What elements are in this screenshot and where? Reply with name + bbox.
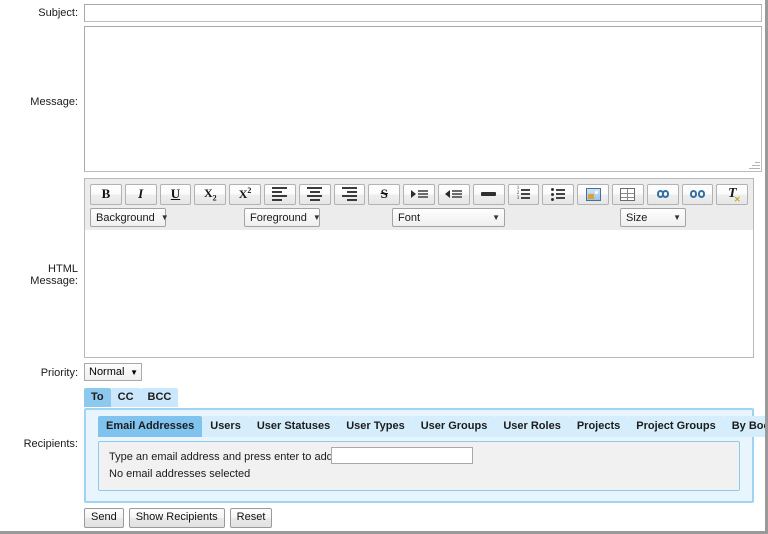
form-actions: Send Show Recipients Reset: [84, 508, 273, 528]
priority-label: Priority:: [40, 367, 78, 379]
html-message-editor: B I U X2 X2 S 123 T ✕ Background ▼ Foreg…: [84, 178, 754, 358]
recipient-subtab-project-groups[interactable]: Project Groups: [628, 416, 724, 437]
background-color-label: Background: [96, 211, 155, 224]
align-left-icon[interactable]: [263, 183, 296, 205]
align-center-icon[interactable]: [298, 183, 331, 205]
recipient-subtab-user-types[interactable]: User Types: [338, 416, 413, 437]
foreground-color-select[interactable]: Foreground ▼: [244, 208, 321, 227]
insert-link-icon[interactable]: [646, 183, 679, 205]
send-button[interactable]: Send: [84, 508, 124, 528]
underline-icon[interactable]: U: [159, 183, 192, 205]
subject-input[interactable]: [84, 4, 762, 22]
background-color-select[interactable]: Background ▼: [90, 208, 169, 227]
chevron-down-icon: ▼: [492, 213, 500, 222]
font-size-select[interactable]: Size ▼: [620, 208, 686, 227]
footer-divider: [0, 531, 765, 532]
horizontal-rule-icon[interactable]: [472, 183, 505, 205]
recipient-subtab-user-roles[interactable]: User Roles: [495, 416, 569, 437]
recipients-panel: Email Addresses Users User Statuses User Ty…: [84, 408, 765, 503]
recipient-subtab-bar: Email Addresses Users User Statuses User Ty…: [86, 410, 765, 437]
chevron-down-icon: ▼: [312, 213, 321, 222]
email-input-hint: Type an email address and press enter to…: [109, 451, 342, 463]
recipient-subtab-user-groups[interactable]: User Groups: [412, 416, 496, 437]
numbered-list-icon[interactable]: 123: [507, 183, 540, 205]
insert-image-icon[interactable]: [577, 183, 609, 205]
message-textarea[interactable]: [84, 26, 762, 172]
priority-select[interactable]: Normal ▼: [84, 363, 142, 381]
recipient-tab-bar: To CC BCC: [84, 388, 179, 407]
outdent-icon[interactable]: [437, 183, 470, 205]
chevron-down-icon: ▼: [673, 213, 681, 222]
email-addresses-panel: Type an email address and press enter to…: [98, 441, 740, 491]
recipient-subtab-email-addresses[interactable]: Email Addresses: [98, 416, 203, 437]
subject-label: Subject:: [38, 7, 78, 19]
recipients-label: Recipients:: [23, 438, 78, 450]
foreground-color-label: Foreground: [250, 211, 307, 224]
email-selection-status: No email addresses selected: [109, 468, 251, 480]
recipient-subtab-user-statuses[interactable]: User Statuses: [248, 416, 339, 437]
email-address-input[interactable]: [331, 447, 473, 464]
bold-icon[interactable]: B: [90, 183, 122, 205]
font-family-label: Font: [398, 211, 421, 224]
bulleted-list-icon[interactable]: [542, 183, 575, 205]
editor-toolbar: B I U X2 X2 S 123 T ✕ Background ▼ Foreg…: [85, 179, 753, 231]
font-size-label: Size: [626, 211, 648, 224]
message-label: Message:: [30, 96, 78, 108]
font-family-select[interactable]: Font ▼: [392, 208, 505, 227]
recipient-tab-cc[interactable]: CC: [110, 388, 141, 407]
recipient-subtab-by-bookings[interactable]: By Bookings: [723, 416, 765, 437]
recipient-tab-to[interactable]: To: [84, 388, 111, 407]
recipient-subtab-projects[interactable]: Projects: [568, 416, 629, 437]
italic-icon[interactable]: I: [124, 183, 157, 205]
html-message-body[interactable]: [85, 230, 753, 357]
insert-table-icon[interactable]: [611, 183, 644, 205]
remove-format-icon[interactable]: T ✕: [716, 183, 749, 205]
compose-message-form: Subject: Message: HTML Message: B I U X2…: [0, 0, 768, 534]
html-message-label: HTML Message:: [30, 263, 78, 287]
subscript-icon[interactable]: X2: [194, 183, 227, 205]
align-right-icon[interactable]: [333, 183, 366, 205]
priority-value: Normal: [89, 366, 125, 378]
editor-toolbar-row-1: B I U X2 X2 S 123 T ✕: [87, 182, 751, 206]
indent-icon[interactable]: [403, 183, 435, 205]
chevron-down-icon: ▼: [130, 367, 138, 377]
editor-toolbar-row-2: Background ▼ Foreground ▼ Font ▼ Size ▼: [87, 206, 751, 228]
strikethrough-icon[interactable]: S: [368, 183, 401, 205]
reset-button[interactable]: Reset: [229, 508, 273, 528]
recipient-subtab-users[interactable]: Users: [202, 416, 249, 437]
recipient-tab-bcc[interactable]: BCC: [140, 388, 179, 407]
show-recipients-button[interactable]: Show Recipients: [128, 508, 225, 528]
remove-link-icon[interactable]: [681, 183, 714, 205]
superscript-icon[interactable]: X2: [229, 183, 261, 205]
chevron-down-icon: ▼: [160, 213, 169, 222]
